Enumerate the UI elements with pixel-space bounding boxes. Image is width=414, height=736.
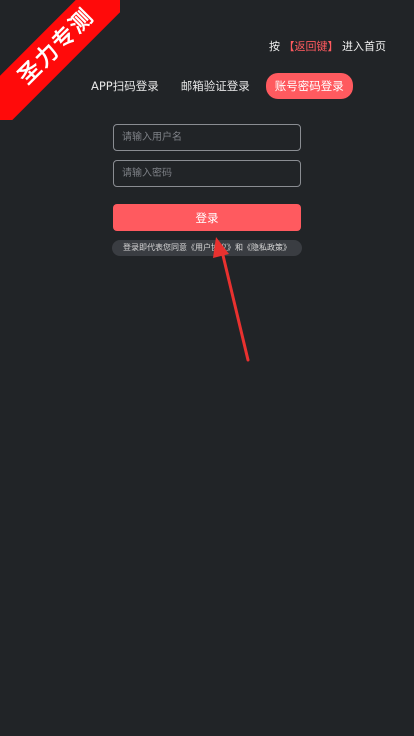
tab-account-password-login[interactable]: 账号密码登录 [265,73,353,99]
login-method-tabs: APP扫码登录 邮箱验证登录 账号密码登录 [85,73,353,99]
agreement-prefix: 登录即代表您同意 [123,243,187,252]
privacy-policy-link[interactable]: 《隐私政策》 [243,243,291,252]
login-button[interactable]: 登录 [113,204,301,231]
user-agreement-link[interactable]: 《用户协议》 [187,243,235,252]
tab-email-verify-login[interactable]: 邮箱验证登录 [175,73,256,99]
agreement-conjunction: 和 [235,243,243,252]
agreement-notice: 登录即代表您同意《用户协议》和《隐私政策》 [112,240,302,256]
password-input[interactable] [113,160,301,187]
tab-app-scan-login[interactable]: APP扫码登录 [85,73,165,99]
watermark-ribbon: 圣力专测 [0,0,120,120]
hint-suffix: 进入首页 [342,40,386,53]
watermark-text: 圣力专测 [0,0,120,120]
hint-prefix: 按 [269,40,280,53]
hint-back-key: 【返回键】 [283,40,339,53]
back-key-hint: 按 【返回键】 进入首页 [269,38,386,54]
username-input[interactable] [113,124,301,151]
annotation-arrow-icon [213,237,250,362]
